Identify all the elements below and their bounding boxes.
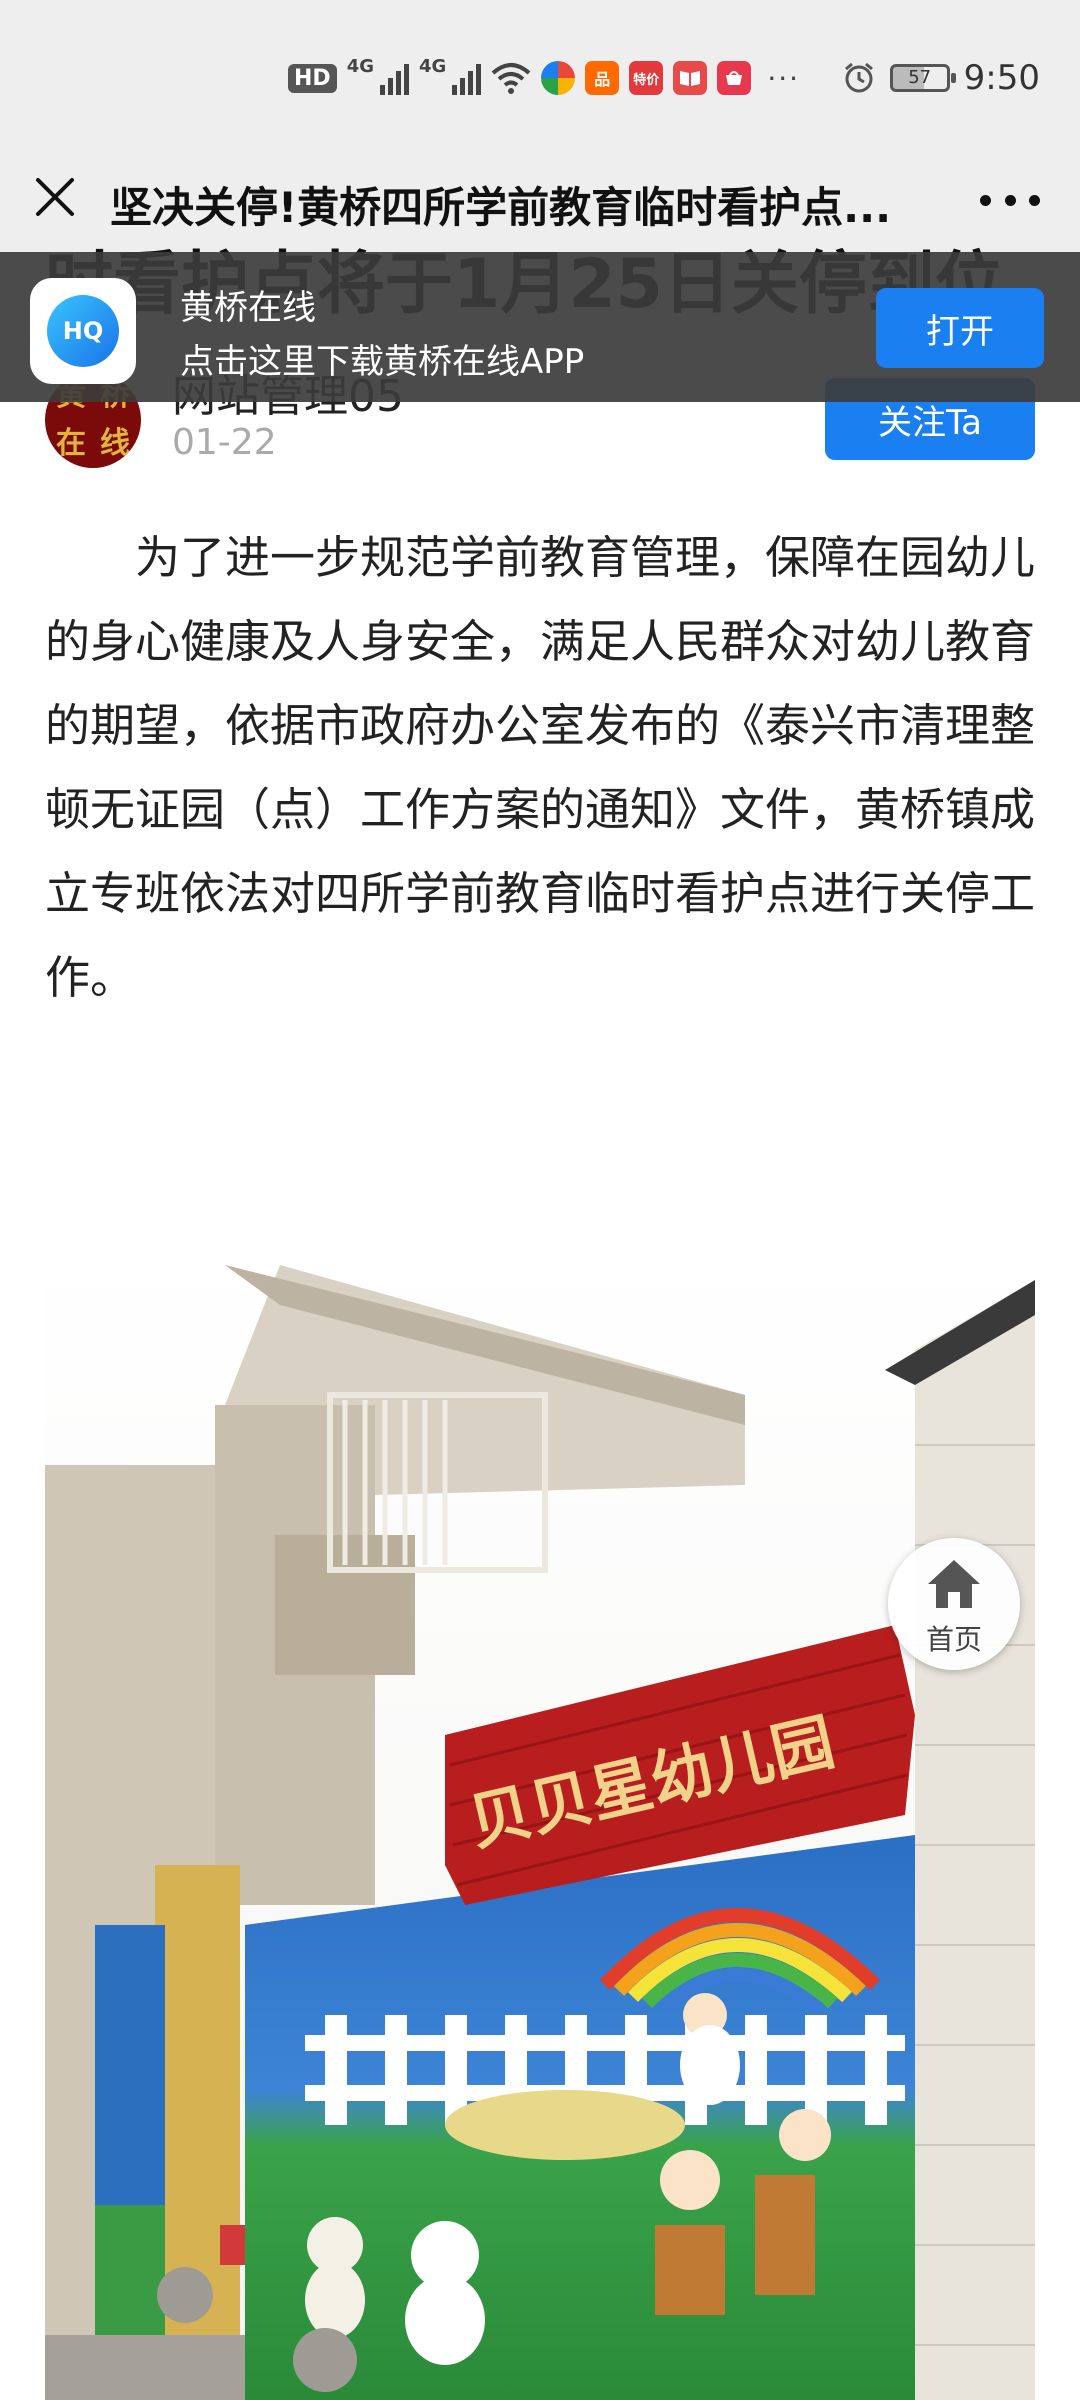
- open-app-button[interactable]: 打开: [876, 288, 1044, 368]
- reader-app-icon: [673, 61, 708, 95]
- app-name: 黄桥在线: [180, 288, 316, 328]
- more-menu-icon[interactable]: [980, 180, 1040, 220]
- clock: 9:50: [963, 58, 1040, 98]
- page-title: 坚决关停!黄桥四所学前教育临时看护点...: [110, 183, 892, 232]
- article-photo[interactable]: 贝贝星幼儿园: [45, 1245, 1035, 2400]
- avatar-char: 在: [56, 426, 86, 461]
- wifi-icon: [491, 63, 531, 94]
- network-type-2: 4G: [419, 56, 447, 77]
- app-logo-icon: HQ: [47, 295, 119, 367]
- publish-date: 01-22: [172, 422, 277, 463]
- hd-voice-icon: HD: [288, 63, 337, 93]
- kindergarten-photo-image: 贝贝星幼儿园: [45, 1245, 1035, 2400]
- signal-icon-2: [452, 61, 482, 95]
- app-download-banner[interactable]: HQ 黄桥在线 点击这里下载黄桥在线APP 打开: [0, 252, 1080, 402]
- tejia-app-icon: 特价: [629, 61, 664, 95]
- avatar-char: 线: [100, 426, 130, 461]
- network-type-1: 4G: [346, 56, 374, 77]
- alarm-icon: [844, 62, 873, 93]
- app-logo: HQ: [30, 278, 136, 384]
- home-icon: [928, 1560, 980, 1608]
- battery-icon: 57: [889, 64, 956, 92]
- signal-icon-1: [380, 61, 409, 95]
- home-label: 首页: [925, 1623, 982, 1656]
- status-right: 57 9:50: [842, 56, 1040, 100]
- article-paragraph: 为了进一步规范学前教育管理，保障在园幼儿的身心健康及人身安全，满足人民群众对幼儿…: [45, 531, 1036, 1004]
- browser-app-icon: [541, 61, 576, 95]
- taobao-app-icon: 品: [585, 61, 620, 95]
- status-bar: HD 4G 4G 品 特价 ··· 57 9:50: [0, 0, 1080, 150]
- more-notifications-icon: ···: [767, 61, 801, 95]
- home-floating-button[interactable]: 首页: [888, 1538, 1020, 1670]
- close-icon[interactable]: [30, 172, 80, 222]
- status-icons: HD 4G 4G 品 特价 ···: [288, 56, 800, 100]
- app-download-text[interactable]: 点击这里下载黄桥在线APP: [180, 334, 584, 383]
- huawei-app-icon: [717, 61, 752, 95]
